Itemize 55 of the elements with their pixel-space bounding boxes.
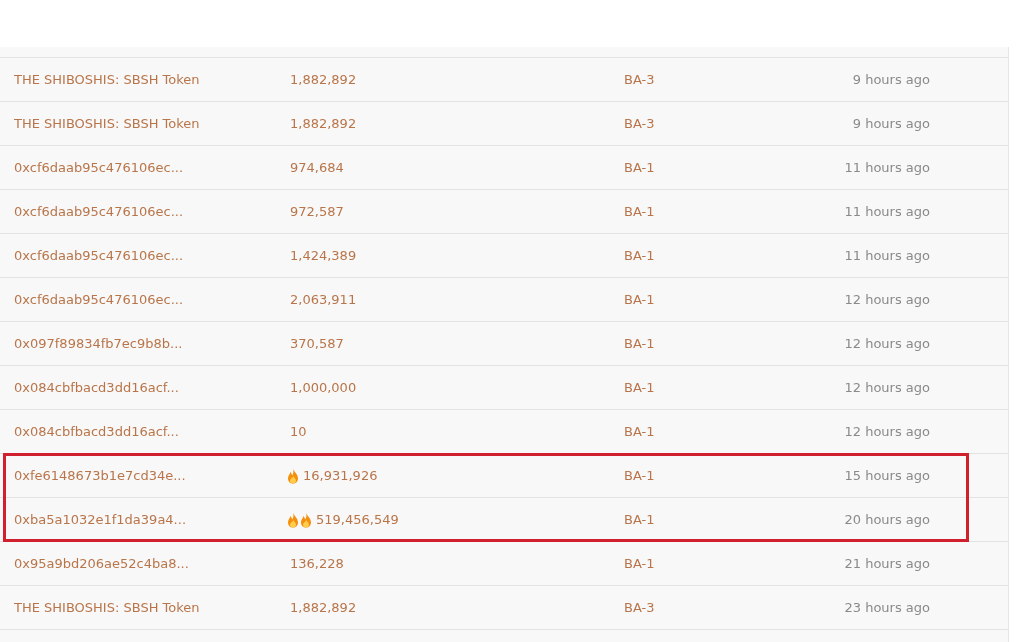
method-link[interactable]: BA-1 [624,160,655,175]
flame-icon [287,467,299,484]
method-link[interactable]: BA-1 [624,336,655,351]
age-text: 11 hours ago [843,248,930,263]
address-link[interactable]: THE SHIBOSHIS: SBSH Token [14,600,287,615]
method-link[interactable]: BA-3 [624,600,655,615]
amount-value: 1,000,000 [290,380,357,395]
method-link[interactable]: BA-1 [624,204,655,219]
amount-value: 1,882,892 [290,600,357,615]
amount-value: 974,684 [290,160,344,175]
method-link[interactable]: BA-1 [624,512,655,527]
amount-value: 1,882,892 [290,72,357,87]
method-link[interactable]: BA-1 [624,248,655,263]
address-link[interactable]: 0xcf6daab95c476106ec... [14,160,287,175]
age-text: 15 hours ago [843,468,930,483]
address-link[interactable]: 0xcf6daab95c476106ec... [14,292,287,307]
amount-value: 2,063,911 [290,292,357,307]
amount-value: 519,456,549 [316,512,399,527]
age-text: 11 hours ago [843,160,930,175]
method-link[interactable]: BA-1 [624,424,655,439]
address-link[interactable]: THE SHIBOSHIS: SBSH Token [14,72,287,87]
method-link[interactable]: BA-3 [624,116,655,131]
age-text: 11 hours ago [843,204,930,219]
age-text: 20 hours ago [843,512,930,527]
amount-value: 1,882,892 [290,116,357,131]
method-link[interactable]: BA-1 [624,468,655,483]
amount-value: 10 [290,424,307,439]
amount-value: 370,587 [290,336,344,351]
amount-value: 972,587 [290,204,344,219]
method-link[interactable]: BA-3 [624,72,655,87]
age-text: 12 hours ago [843,292,930,307]
address-link[interactable]: 0x097f89834fb7ec9b8b... [14,336,287,351]
amount-value: 1,424,389 [290,248,357,263]
method-link[interactable]: BA-1 [624,380,655,395]
address-link[interactable]: 0x95a9bd206ae52c4ba8... [14,556,287,571]
address-link[interactable]: 0x084cbfbacd3dd16acf... [14,424,287,439]
age-text: 12 hours ago [843,424,930,439]
age-text: 23 hours ago [843,600,930,615]
age-text: 9 hours ago [851,72,930,87]
address-link[interactable]: 0xcf6daab95c476106ec... [14,248,287,263]
age-text: 21 hours ago [843,556,930,571]
method-link[interactable]: BA-1 [624,292,655,307]
address-link[interactable]: 0xcf6daab95c476106ec... [14,204,287,219]
address-link[interactable]: 0x084cbfbacd3dd16acf... [14,380,287,395]
age-text: 9 hours ago [851,116,930,131]
amount-value: 16,931,926 [303,468,378,483]
address-link[interactable]: 0xfe6148673b1e7cd34e... [14,468,287,483]
age-text: 12 hours ago [843,380,930,395]
age-text: 12 hours ago [843,336,930,351]
flame-icon [287,511,299,528]
flame-icon [300,511,312,528]
address-link[interactable]: 0xba5a1032e1f1da39a4... [14,512,287,527]
method-link[interactable]: BA-1 [624,556,655,571]
amount-value: 136,228 [290,556,344,571]
address-link[interactable]: THE SHIBOSHIS: SBSH Token [14,116,287,131]
